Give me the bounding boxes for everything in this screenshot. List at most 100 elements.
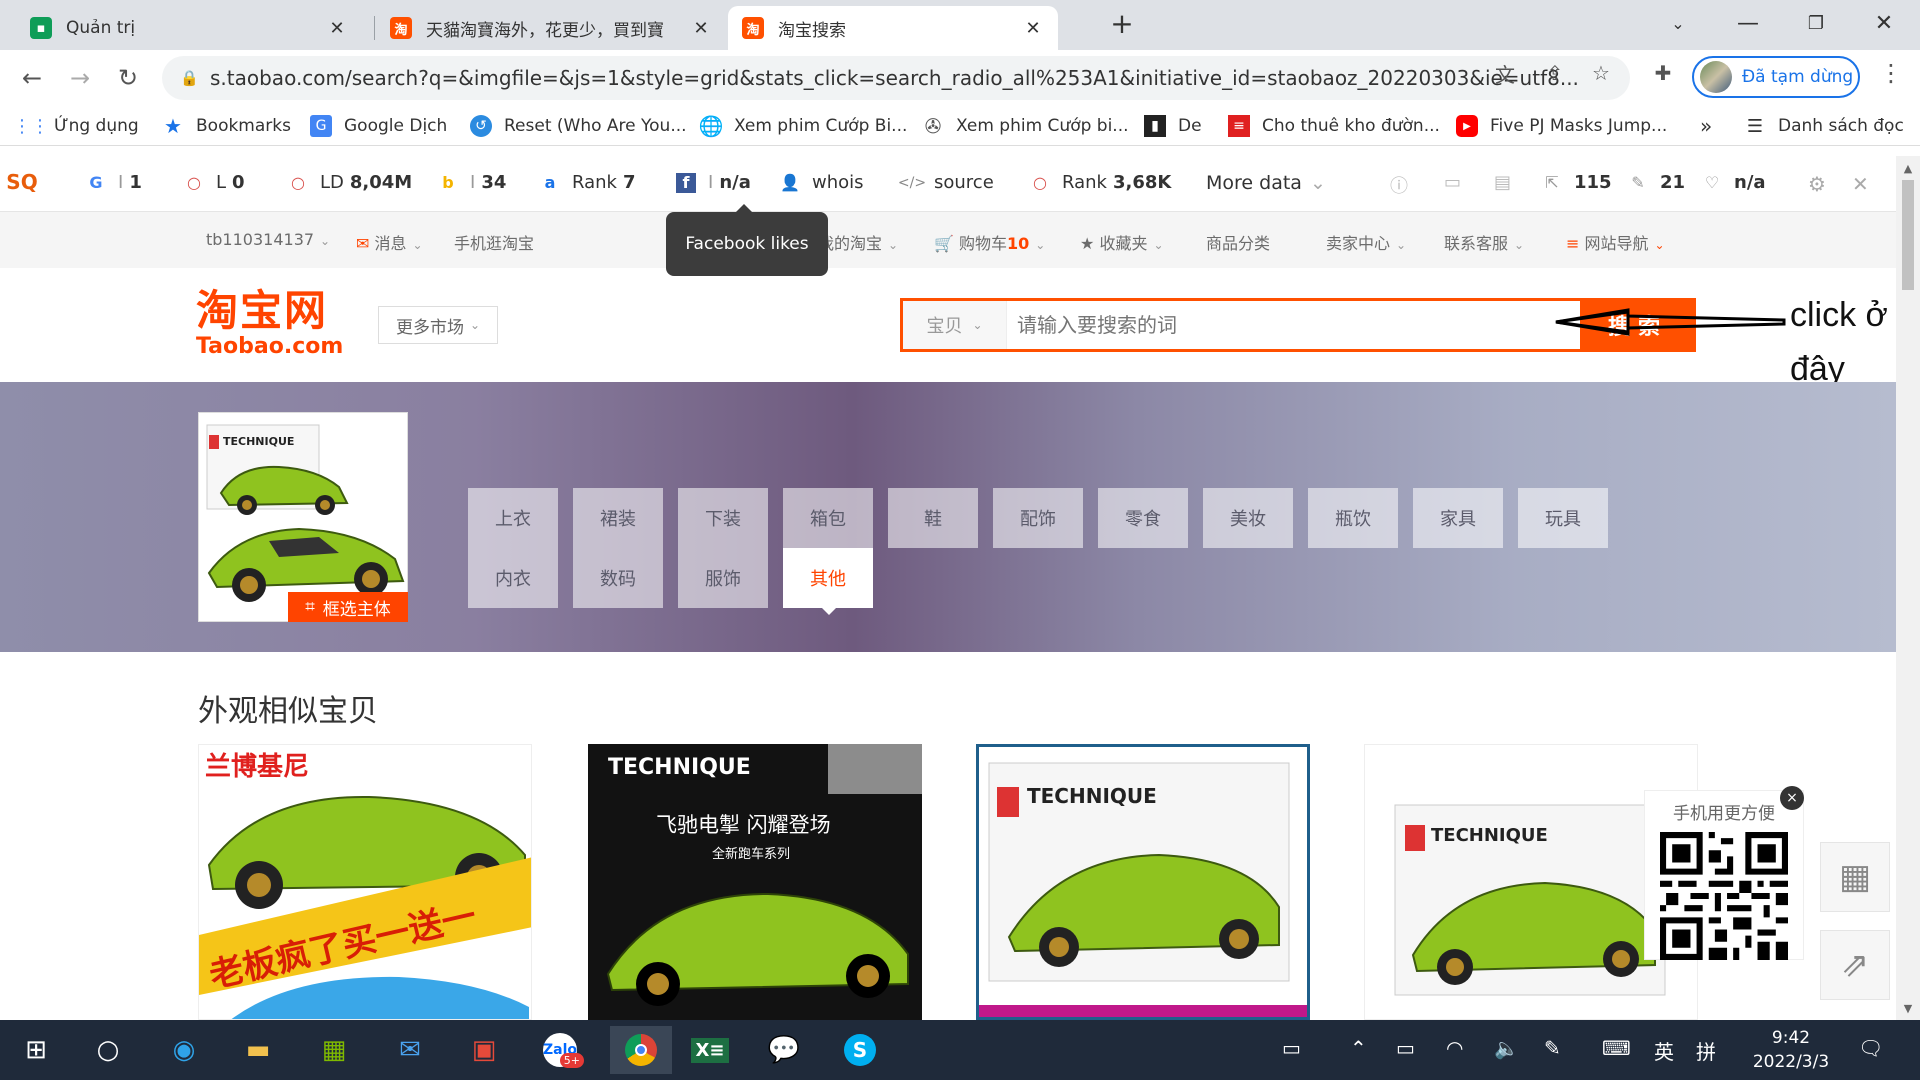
close-icon[interactable]: ✕ [690, 18, 712, 39]
messages-menu[interactable]: ✉ 消息 ⌄ [356, 230, 423, 254]
category-fushi[interactable]: 服饰 [678, 548, 768, 608]
share-sidebar-icon[interactable]: ⇗ [1820, 930, 1890, 1000]
excel-icon[interactable]: X≡ [686, 1026, 734, 1074]
bookmark-apps[interactable]: ⋮⋮ Ứng dụng [13, 112, 139, 140]
seoquake-logo[interactable]: SQ [6, 170, 44, 194]
new-tab-button[interactable]: + [1102, 7, 1142, 40]
chrome-icon[interactable] [610, 1026, 672, 1074]
category-neiyi[interactable]: 内衣 [468, 548, 558, 608]
page-info-icon[interactable]: ▤ [1494, 172, 1511, 193]
crop-subject-button[interactable]: ⌗ 框选主体 [288, 592, 408, 622]
site-map-menu[interactable]: ≡ 网站导航 ⌄ [1566, 230, 1665, 254]
bookmark-xem-phim-1[interactable]: 🌐 Xem phim Cướp Bi... [699, 112, 908, 140]
zalo-icon[interactable]: Zalo 5+ [536, 1026, 584, 1074]
bookmark-reset[interactable]: ↺ Reset (Who Are You... [470, 112, 687, 140]
skype-icon[interactable]: S [836, 1026, 884, 1074]
menu-kebab-icon[interactable]: ⋮ [1876, 58, 1906, 88]
notification-list-icon[interactable]: ▭ [1282, 1036, 1301, 1060]
bookmark-cho-thue-kho[interactable]: ≡ Cho thuê kho đườn... [1228, 112, 1440, 140]
tab-taobao-search[interactable]: 淘 淘宝搜索 ✕ [728, 6, 1058, 50]
category-xie[interactable]: 鞋 [888, 488, 978, 548]
restore-button[interactable]: ❐ [1796, 8, 1836, 38]
product-card[interactable]: 兰博基尼 老板疯了买一送一 [198, 744, 532, 1020]
category-lingshi[interactable]: 零食 [1098, 488, 1188, 548]
seo-bing-index[interactable]: b I 34 [438, 172, 506, 193]
window-close-button[interactable]: ✕ [1864, 8, 1904, 38]
scroll-up-icon[interactable]: ▲ [1896, 158, 1920, 178]
my-taobao-menu[interactable]: 我的淘宝 ⌄ [818, 230, 898, 254]
seo-semrush-rank[interactable]: ○ Rank 3,68K [1030, 172, 1171, 193]
mobile-taobao-link[interactable]: 手机逛淘宝 [454, 230, 534, 254]
tab-tmall[interactable]: 淘 天貓淘寶海外，花更少，買到寶 ✕ [376, 6, 726, 50]
info-icon[interactable]: ⓘ [1390, 172, 1408, 198]
seo-source[interactable]: </> source [898, 172, 994, 193]
ime-grid-icon[interactable]: 拼 [1696, 1036, 1716, 1065]
cart-menu[interactable]: 🛒 购物车10 ⌄ [934, 230, 1045, 254]
forward-button[interactable]: → [62, 60, 98, 96]
page-scrollbar[interactable]: ▲ ▼ [1896, 156, 1920, 1020]
bookmark-five-pj-masks[interactable]: ▶ Five PJ Masks Jump... [1456, 112, 1667, 140]
extensions-puzzle-icon[interactable]: ✚ [1648, 58, 1678, 88]
close-icon[interactable]: ✕ [1022, 18, 1044, 39]
seo-links[interactable]: ○ L0 [184, 172, 245, 193]
edge-icon[interactable]: ◉ [160, 1026, 208, 1074]
qr-close-button[interactable]: × [1780, 786, 1804, 810]
category-xiazhuang[interactable]: 下装 [678, 488, 768, 548]
product-card[interactable]: TECHNIQUE 飞驰电掣 闪耀登场 全新跑车系列 [588, 744, 922, 1020]
categories-link[interactable]: 商品分类 [1206, 230, 1270, 254]
bookmark-bookmarks[interactable]: ★ Bookmarks [162, 112, 291, 140]
category-shangyi[interactable]: 上衣 [468, 488, 558, 548]
file-explorer-icon[interactable]: ▬ [234, 1026, 282, 1074]
volume-icon[interactable]: 🔈 [1494, 1036, 1519, 1060]
taobao-logo[interactable]: 淘宝网 Taobao.com [196, 286, 356, 366]
scrollbar-thumb[interactable] [1902, 180, 1914, 290]
seo-link-domain[interactable]: ○ LD 8,04M [288, 172, 412, 193]
store-icon[interactable]: ▦ [310, 1026, 358, 1074]
profile-button[interactable]: Đã tạm dừng [1692, 56, 1860, 98]
app-red-icon[interactable]: ▣ [460, 1026, 508, 1074]
gear-icon[interactable]: ⚙ [1808, 172, 1826, 196]
seo-whois[interactable]: 👤 whois [780, 172, 864, 193]
more-markets-dropdown[interactable]: 更多市场 ⌄ [378, 306, 498, 344]
more-data-dropdown[interactable]: More data ⌄ [1206, 172, 1326, 194]
back-button[interactable]: ← [14, 60, 50, 96]
lock-icon[interactable]: 🔒 [180, 69, 210, 87]
translate-icon[interactable]: 文 [1490, 58, 1520, 88]
mail-icon[interactable]: ✉ [386, 1026, 434, 1074]
more-bookmarks-button[interactable]: » [1700, 112, 1712, 140]
action-center-icon[interactable]: 🗨 [1858, 1036, 1883, 1060]
category-xiangbao[interactable]: 箱包 [783, 488, 873, 548]
seo-alexa-rank[interactable]: a Rank 7 [540, 172, 636, 193]
bookmark-google-dich[interactable]: G Google Dịch [310, 112, 447, 140]
search-circle-icon[interactable]: ○ [84, 1026, 132, 1074]
pen-icon[interactable]: ✎ [1544, 1036, 1561, 1060]
search-category-select[interactable]: 宝贝 ⌄ [903, 301, 1007, 349]
ime-indicator[interactable]: 英 [1654, 1036, 1674, 1065]
wechat-icon[interactable]: 💬 [760, 1026, 808, 1074]
seo-external-links[interactable]: ⇱ 115 [1542, 172, 1611, 193]
chevron-up-icon[interactable]: ⌃ [1350, 1036, 1367, 1060]
system-clock[interactable]: 9:42 2022/3/3 [1746, 1026, 1836, 1074]
uploaded-image-thumbnail[interactable]: TECHNIQUE [198, 412, 408, 622]
category-wanju[interactable]: 玩具 [1518, 488, 1608, 548]
category-meizhuang[interactable]: 美妆 [1203, 488, 1293, 548]
tab-search-chevron-icon[interactable]: ⌄ [1658, 8, 1698, 38]
bookmark-xem-phim-2[interactable]: ✇ Xem phim Cướp bi... [922, 112, 1129, 140]
user-menu[interactable]: tb110314137 ⌄ [206, 230, 330, 249]
product-card[interactable]: TECHNIQUE [976, 744, 1310, 1020]
seo-facebook-likes[interactable]: f In/a [676, 172, 751, 193]
customer-service-menu[interactable]: 联系客服 ⌄ [1444, 230, 1524, 254]
scroll-down-icon[interactable]: ▼ [1896, 998, 1920, 1018]
close-icon[interactable]: ✕ [326, 18, 348, 39]
seo-google-index[interactable]: G I1 [86, 172, 141, 193]
monitor-icon[interactable]: ▭ [1444, 172, 1461, 193]
windows-start-icon[interactable]: ⊞ [12, 1026, 60, 1074]
favorites-menu[interactable]: ★ 收藏夹 ⌄ [1080, 230, 1164, 254]
share-icon[interactable]: ⇪ [1540, 58, 1570, 88]
keyboard-icon[interactable]: ⌨ [1602, 1036, 1631, 1060]
minimize-button[interactable]: — [1728, 8, 1768, 38]
reading-list-button[interactable]: ☰ Danh sách đọc [1744, 112, 1904, 140]
category-jiaju[interactable]: 家具 [1413, 488, 1503, 548]
address-bar[interactable]: 🔒 s.taobao.com/search?q=&imgfile=&js=1&s… [162, 56, 1630, 100]
category-pingyin[interactable]: 瓶饮 [1308, 488, 1398, 548]
